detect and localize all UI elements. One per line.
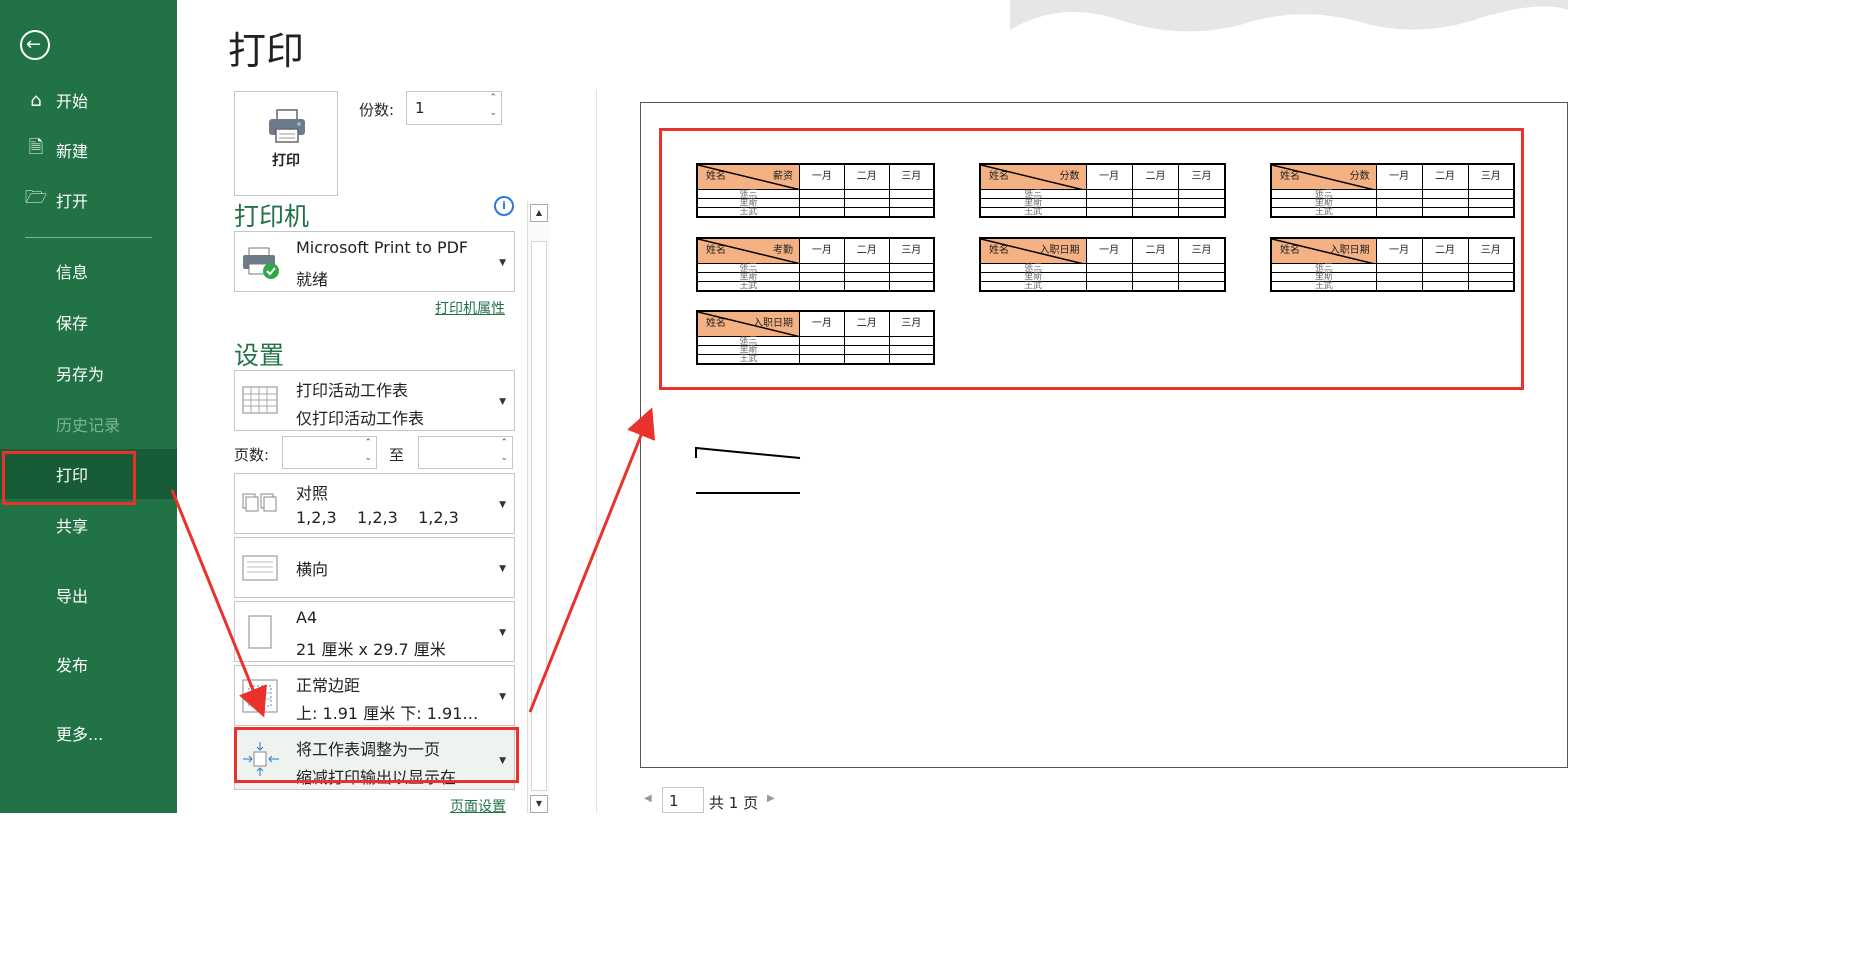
spin-up-icon[interactable]: ⌃ bbox=[500, 437, 508, 449]
orientation-dropdown[interactable]: 横向 ▼ bbox=[234, 537, 515, 598]
background-decoration bbox=[1010, 0, 1568, 32]
sidebar-item-label: 导出 bbox=[56, 587, 89, 606]
spin-down-icon[interactable]: ⌄ bbox=[500, 452, 508, 464]
pages-label: 页数: bbox=[234, 446, 270, 464]
margins-line1: 正常边距 bbox=[296, 676, 361, 695]
sidebar-item-label: 开始 bbox=[56, 92, 89, 111]
spin-down-icon[interactable]: ⌄ bbox=[489, 107, 497, 119]
preview-highlight-box bbox=[659, 128, 1524, 390]
chevron-down-icon: ▼ bbox=[499, 564, 506, 574]
pane-divider bbox=[596, 90, 597, 813]
sidebar-item-more[interactable]: 更多... bbox=[0, 708, 177, 758]
sidebar-item-label: 打开 bbox=[56, 192, 89, 211]
scope-line1: 打印活动工作表 bbox=[296, 381, 409, 400]
copies-label: 份数: bbox=[359, 101, 395, 119]
spin-up-icon[interactable]: ⌃ bbox=[364, 437, 372, 449]
printer-name: Microsoft Print to PDF bbox=[296, 238, 469, 257]
sidebar-item-label: 信息 bbox=[56, 263, 89, 282]
scroll-thumb[interactable] bbox=[531, 241, 547, 791]
sidebar-item-label: 保存 bbox=[56, 314, 89, 333]
paper-size-dropdown[interactable]: A4 21 厘米 x 29.7 厘米 ▼ bbox=[234, 601, 515, 662]
sidebar-item-history: 历史记录 bbox=[0, 399, 177, 449]
paper-line1: A4 bbox=[296, 608, 318, 627]
back-arrow-icon[interactable]: ← bbox=[20, 30, 50, 60]
printer-icon bbox=[269, 109, 305, 143]
document-icon: 🗎 bbox=[28, 137, 44, 158]
scroll-up-icon[interactable]: ▲ bbox=[530, 204, 548, 222]
sidebar-divider bbox=[25, 237, 152, 238]
pages-to-label: 至 bbox=[389, 446, 405, 464]
home-icon: ⌂ bbox=[30, 89, 42, 111]
sidebar-item-publish[interactable]: 发布 bbox=[0, 639, 177, 689]
print-button[interactable]: 打印 bbox=[234, 91, 338, 196]
collate-line2: 1,2,3 1,2,3 1,2,3 bbox=[296, 508, 459, 527]
previous-page-icon[interactable]: ◀ bbox=[644, 793, 652, 804]
chevron-down-icon: ▼ bbox=[499, 258, 506, 268]
paper-icon bbox=[248, 615, 272, 649]
margins-line2: 上: 1.91 厘米 下: 1.91… bbox=[296, 704, 479, 723]
printer-ready-icon bbox=[243, 247, 279, 279]
copies-value: 1 bbox=[415, 99, 425, 117]
sidebar-item-home[interactable]: ⌂ 开始 bbox=[0, 75, 177, 125]
folder-open-icon: 🗁 bbox=[24, 187, 48, 208]
annotation-fit-box bbox=[234, 727, 519, 783]
chevron-down-icon: ▼ bbox=[499, 692, 506, 702]
collate-icon bbox=[242, 493, 277, 512]
sidebar-item-share[interactable]: 共享 bbox=[0, 500, 177, 550]
sidebar-item-label: 共享 bbox=[56, 517, 89, 536]
printer-properties-link[interactable]: 打印机属性 bbox=[435, 298, 505, 318]
copies-input[interactable]: 1 ⌃ ⌄ bbox=[406, 91, 502, 125]
chevron-down-icon: ▼ bbox=[499, 628, 506, 638]
preview-lines bbox=[695, 446, 801, 494]
chevron-down-icon: ▼ bbox=[499, 500, 506, 510]
pages-to-input[interactable]: ⌃ ⌄ bbox=[418, 436, 513, 469]
sidebar-item-label: 另存为 bbox=[56, 365, 105, 384]
sidebar-item-info[interactable]: 信息 bbox=[0, 246, 177, 296]
sidebar-item-label: 更多... bbox=[56, 725, 104, 744]
margins-icon bbox=[242, 679, 278, 713]
landscape-icon bbox=[242, 555, 278, 581]
sidebar-item-export[interactable]: 导出 bbox=[0, 570, 177, 620]
scope-line2: 仅打印活动工作表 bbox=[296, 409, 425, 428]
scroll-down-icon[interactable]: ▼ bbox=[530, 795, 548, 813]
total-pages: 共 1 页 bbox=[709, 794, 759, 812]
sidebar-item-label: 历史记录 bbox=[56, 416, 121, 435]
sidebar-item-save[interactable]: 保存 bbox=[0, 297, 177, 347]
info-icon[interactable]: i bbox=[494, 196, 514, 216]
current-page-input[interactable]: 1 bbox=[662, 787, 704, 813]
margins-dropdown[interactable]: 正常边距 上: 1.91 厘米 下: 1.91… ▼ bbox=[234, 665, 515, 726]
paper-line2: 21 厘米 x 29.7 厘米 bbox=[296, 640, 446, 659]
collate-line1: 对照 bbox=[296, 484, 329, 503]
sidebar-item-label: 发布 bbox=[56, 656, 89, 675]
sidebar-item-label: 新建 bbox=[56, 142, 89, 161]
print-scope-dropdown[interactable]: 打印活动工作表 仅打印活动工作表 ▼ bbox=[234, 370, 515, 431]
next-page-icon[interactable]: ▶ bbox=[767, 793, 775, 804]
sidebar-item-open[interactable]: 🗁 打开 bbox=[0, 175, 177, 225]
spin-down-icon[interactable]: ⌄ bbox=[364, 452, 372, 464]
page-setup-link[interactable]: 页面设置 bbox=[450, 796, 506, 816]
worksheet-icon bbox=[242, 386, 278, 414]
pages-from-input[interactable]: ⌃ ⌄ bbox=[282, 436, 377, 469]
printer-status: 就绪 bbox=[296, 270, 329, 289]
backstage-sidebar: ← ⌂ 开始 🗎 新建 🗁 打开 信息 保存 另存为 历史记录 打印 共享 导出… bbox=[0, 0, 177, 813]
sidebar-item-save-as[interactable]: 另存为 bbox=[0, 348, 177, 398]
printer-section-title: 打印机 bbox=[234, 202, 310, 231]
collate-dropdown[interactable]: 对照 1,2,3 1,2,3 1,2,3 ▼ bbox=[234, 473, 515, 534]
print-button-label: 打印 bbox=[272, 153, 300, 169]
orientation-line1: 横向 bbox=[296, 560, 329, 579]
sidebar-item-new[interactable]: 🗎 新建 bbox=[0, 125, 177, 175]
spin-up-icon[interactable]: ⌃ bbox=[489, 92, 497, 104]
settings-section-title: 设置 bbox=[234, 341, 285, 370]
annotation-print-box bbox=[2, 451, 136, 505]
page-title: 打印 bbox=[228, 29, 305, 73]
chevron-down-icon: ▼ bbox=[499, 397, 506, 407]
printer-dropdown[interactable]: Microsoft Print to PDF 就绪 ▼ bbox=[234, 231, 515, 292]
settings-scrollbar[interactable]: ▲ ▼ bbox=[527, 201, 550, 813]
